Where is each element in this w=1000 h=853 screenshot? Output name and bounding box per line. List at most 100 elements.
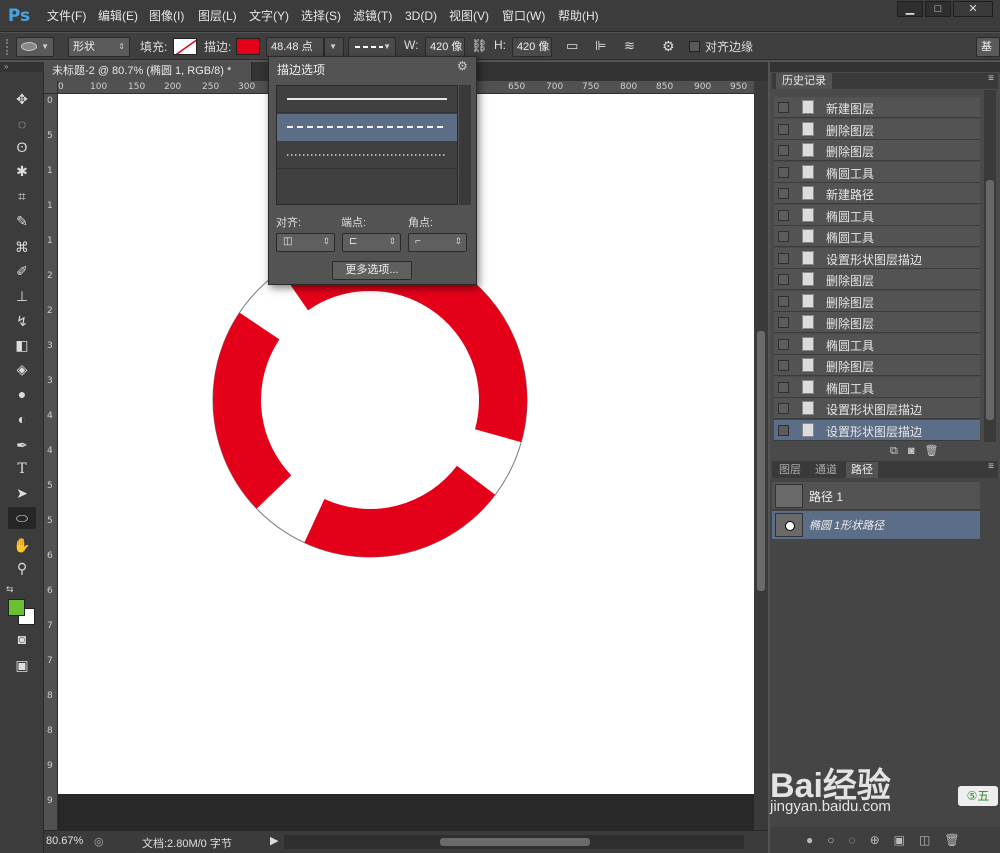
history-snapshot-checkbox[interactable] — [778, 209, 789, 221]
history-item[interactable]: 新建路径 — [774, 183, 980, 204]
ruler-origin[interactable] — [44, 81, 58, 94]
history-snapshot-checkbox[interactable] — [778, 403, 789, 414]
blur-tool-icon[interactable]: ● — [8, 383, 36, 405]
panel-collapse-bar[interactable] — [770, 62, 1000, 72]
menu-type[interactable]: 文字(Y) — [249, 0, 289, 32]
history-item[interactable]: 删除图层 — [774, 118, 980, 140]
quick-mask-icon[interactable]: ◙ — [8, 628, 36, 650]
panel-menu-icon[interactable]: ≡ — [988, 73, 994, 84]
path-operations-icon[interactable]: ▭ — [566, 38, 578, 54]
close-button[interactable]: ✕ — [953, 1, 993, 17]
menu-select[interactable]: 选择(S) — [301, 0, 341, 32]
gear-icon[interactable]: ⚙ — [457, 59, 468, 73]
stroke-type-button[interactable]: ▼ — [348, 37, 396, 57]
align-edges-checkbox[interactable] — [689, 41, 700, 52]
align-select[interactable]: ◫ ⇕ — [276, 233, 335, 252]
menu-layer[interactable]: 图层(L) — [198, 0, 237, 32]
eyedropper-tool-icon[interactable]: ✎ — [8, 210, 36, 232]
zoom-level[interactable]: 80.67% — [46, 835, 83, 847]
canvas-horizontal-scrollbar[interactable] — [284, 835, 744, 849]
history-item[interactable]: 椭圆工具 — [774, 226, 980, 247]
menu-help[interactable]: 帮助(H) — [558, 0, 599, 32]
status-menu-arrow-icon[interactable]: ▶ — [270, 834, 278, 847]
history-item[interactable]: 椭圆工具 — [774, 204, 980, 226]
clone-stamp-tool-icon[interactable]: ⊥ — [8, 285, 36, 307]
scroll-thumb[interactable] — [986, 180, 994, 420]
tab-channels[interactable]: 通道 — [810, 462, 842, 478]
foreground-color-swatch[interactable] — [8, 599, 25, 616]
gear-icon[interactable]: ⚙ — [662, 38, 675, 55]
history-item[interactable]: 删除图层 — [774, 269, 980, 290]
history-brush-tool-icon[interactable]: ↯ — [8, 310, 36, 332]
history-snapshot-checkbox[interactable] — [778, 231, 789, 242]
paint-bucket-tool-icon[interactable]: ◈ — [8, 358, 36, 380]
hand-tool-icon[interactable]: ✋ — [8, 534, 36, 556]
link-icon[interactable]: ⛓ — [471, 38, 488, 54]
swap-colors-icon[interactable]: ⇆ — [6, 584, 14, 595]
caps-select[interactable]: ⊏ ⇕ — [342, 233, 401, 252]
history-snapshot-checkbox[interactable] — [778, 317, 789, 328]
history-item[interactable]: 删除图层 — [774, 355, 980, 376]
path-arrangement-icon[interactable]: ≋ — [624, 38, 635, 54]
marquee-tool-icon[interactable]: ◌ — [8, 113, 36, 135]
ellipse-tool-icon[interactable]: ⬭ — [8, 507, 36, 529]
zoom-tool-icon[interactable]: ⚲ — [8, 557, 36, 579]
panel-menu-icon[interactable]: ≡ — [988, 461, 994, 472]
history-footer-icons[interactable]: ⧉◙🗑 — [890, 444, 990, 460]
menu-filter[interactable]: 滤镜(T) — [353, 0, 392, 32]
grip-handle[interactable] — [6, 39, 12, 55]
history-item[interactable]: 设置形状图层描边 — [774, 419, 980, 441]
history-item[interactable]: 删除图层 — [774, 290, 980, 312]
dotted-line-option[interactable] — [277, 142, 457, 169]
more-options-button[interactable]: 更多选项... — [332, 261, 412, 280]
pen-tool-icon[interactable]: ✒ — [8, 434, 36, 456]
menu-file[interactable]: 文件(F) — [47, 0, 86, 32]
menu-3d[interactable]: 3D(D) — [405, 0, 437, 32]
ruler-left[interactable]: 0 5 1 1 1 2 2 3 3 4 4 5 5 6 6 7 7 8 8 9 … — [44, 94, 58, 830]
history-snapshot-checkbox[interactable] — [778, 274, 789, 285]
stroke-width-dropdown[interactable]: ▼ — [324, 37, 344, 57]
history-item[interactable]: 椭圆工具 — [774, 376, 980, 398]
menu-view[interactable]: 视图(V) — [449, 0, 489, 32]
height-input[interactable]: 420 像 — [512, 37, 552, 57]
tool-preset-picker[interactable]: ▼ — [16, 37, 54, 57]
history-snapshot-checkbox[interactable] — [778, 424, 789, 436]
history-snapshot-checkbox[interactable] — [778, 338, 789, 350]
history-snapshot-checkbox[interactable] — [778, 252, 789, 264]
mode-select[interactable]: 形状 ⇕ — [68, 37, 130, 57]
tab-layers[interactable]: 图层 — [774, 462, 806, 478]
path-alignment-icon[interactable]: ⊫ — [595, 38, 606, 54]
crop-tool-icon[interactable]: ⌗ — [8, 185, 36, 207]
history-snapshot-checkbox[interactable] — [778, 166, 789, 178]
history-snapshot-checkbox[interactable] — [778, 188, 789, 199]
menu-edit[interactable]: 编辑(E) — [98, 0, 138, 32]
history-item[interactable]: 设置形状图层描边 — [774, 247, 980, 269]
paths-footer-icons[interactable]: ●○◌⊕▣◫🗑 — [770, 827, 1000, 853]
path-row[interactable]: 路径 1 — [772, 482, 980, 510]
dodge-tool-icon[interactable]: ◐ — [8, 408, 36, 430]
stroke-color-swatch[interactable] — [236, 38, 260, 55]
stroke-list-scrollbar[interactable] — [459, 85, 471, 205]
magic-wand-tool-icon[interactable]: ✱ — [8, 160, 36, 182]
screen-mode-icon[interactable]: ▣ — [8, 654, 36, 676]
history-item[interactable]: 椭圆工具 — [774, 333, 980, 355]
collapse-toolbar-icon[interactable]: » — [0, 62, 44, 72]
history-snapshot-checkbox[interactable] — [778, 381, 789, 393]
eraser-tool-icon[interactable]: ◧ — [8, 334, 36, 356]
menu-window[interactable]: 窗口(W) — [502, 0, 545, 32]
document-tab[interactable]: 未标题-2 @ 80.7% (椭圆 1, RGB/8) * — [44, 62, 252, 81]
history-snapshot-checkbox[interactable] — [778, 123, 789, 135]
history-item[interactable]: 新建图层 — [774, 97, 980, 118]
history-snapshot-checkbox[interactable] — [778, 102, 789, 113]
move-tool-icon[interactable]: ✥ — [8, 88, 36, 110]
dashed-line-option[interactable] — [277, 114, 457, 141]
stroke-width-input[interactable]: 48.48 点 — [266, 37, 324, 57]
maximize-button[interactable]: □ — [925, 1, 951, 17]
minimize-button[interactable]: ▁ — [897, 1, 923, 17]
width-input[interactable]: 420 像 — [425, 37, 465, 57]
corners-select[interactable]: ⌐ ⇕ — [408, 233, 467, 252]
workspace-button[interactable]: 基 — [976, 37, 1000, 57]
solid-line-option[interactable] — [277, 86, 457, 113]
history-snapshot-checkbox[interactable] — [778, 360, 789, 371]
history-item[interactable]: 椭圆工具 — [774, 161, 980, 183]
